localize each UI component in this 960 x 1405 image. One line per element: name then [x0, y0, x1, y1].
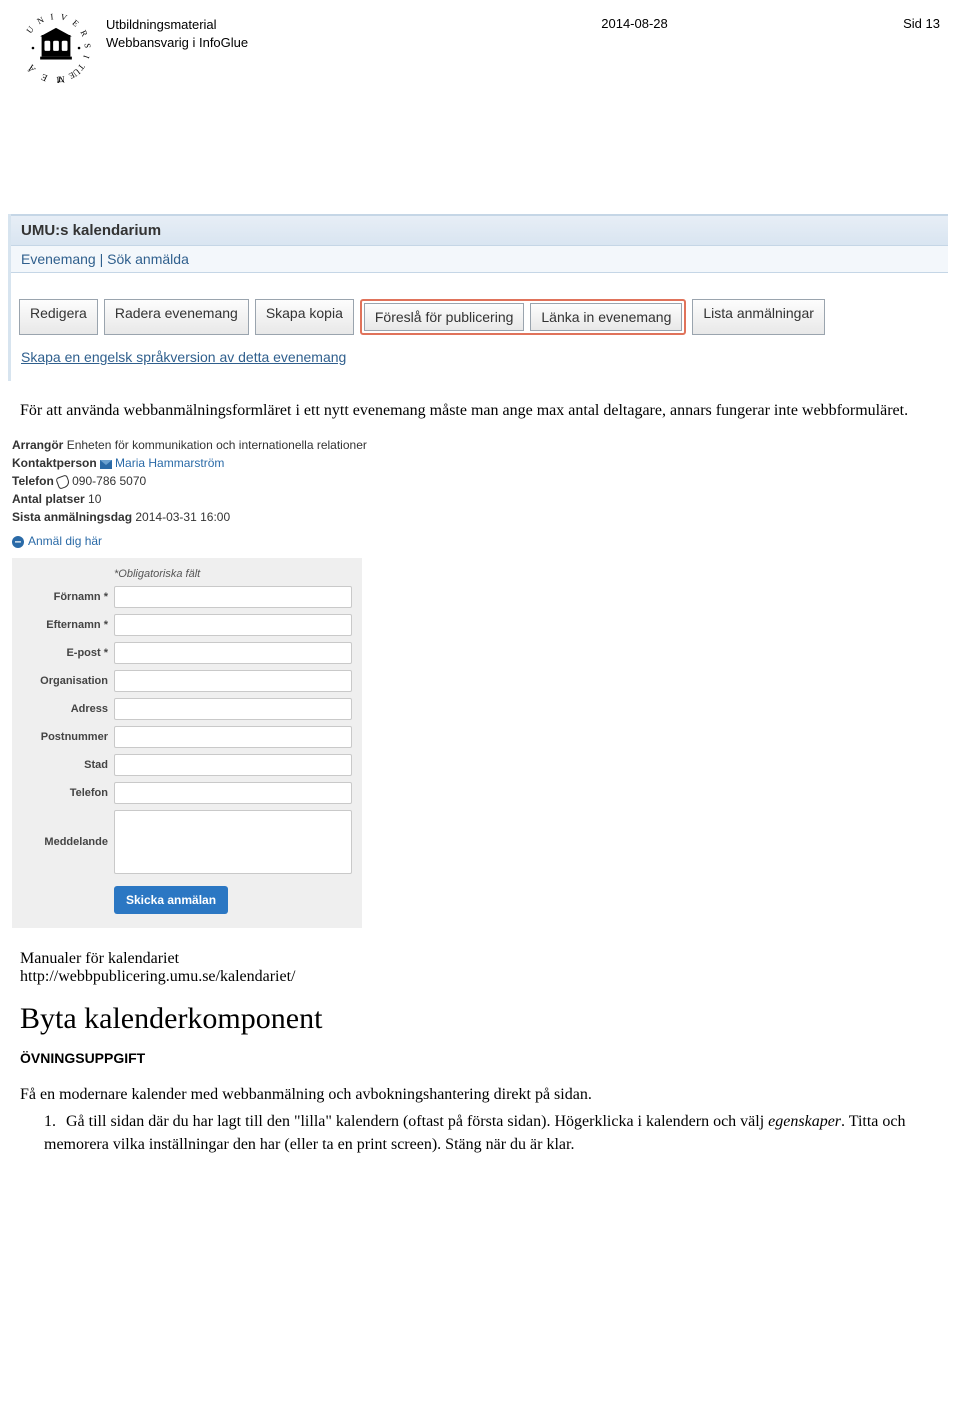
organisation-label: Organisation — [22, 675, 114, 687]
header-title-block: Utbildningsmaterial Webbansvarig i InfoG… — [106, 12, 449, 52]
seats-label: Antal platser — [12, 492, 85, 506]
seats-row: Antal platser 10 — [12, 490, 442, 508]
link-event-button[interactable]: Länka in evenemang — [530, 303, 682, 331]
contact-label: Kontaktperson — [12, 456, 97, 470]
organizer-label: Arrangör — [12, 438, 63, 452]
section-heading: Byta kalenderkomponent — [0, 986, 960, 1040]
header-date: 2014-08-28 — [463, 12, 806, 31]
kalendarium-subnav[interactable]: Evenemang | Sök anmälda — [11, 246, 948, 273]
header-title-1: Utbildningsmaterial — [106, 16, 449, 34]
create-english-version-link[interactable]: Skapa en engelsk språkversion av detta e… — [11, 345, 948, 381]
message-textarea[interactable] — [114, 810, 352, 874]
message-label: Meddelande — [22, 836, 114, 848]
organisation-input[interactable] — [114, 670, 352, 692]
phone-field-label: Telefon — [22, 787, 114, 799]
lastname-label: Efternamn * — [22, 619, 114, 631]
address-label: Adress — [22, 703, 114, 715]
delete-event-button[interactable]: Radera evenemang — [104, 299, 249, 335]
exercise-intro: Få en modernare kalender med webbanmälni… — [0, 1074, 960, 1104]
signup-form-panel: *Obligatoriska fält Förnamn * Efternamn … — [12, 558, 362, 928]
manuals-line1: Manualer för kalendariet — [0, 938, 960, 968]
city-input[interactable] — [114, 754, 352, 776]
step-number: 1. — [44, 1110, 66, 1133]
step1-emphasis: egenskaper — [768, 1113, 841, 1130]
minus-icon: – — [12, 536, 24, 548]
phone-label: Telefon — [12, 474, 54, 488]
signup-form-screenshot: Arrangör Enheten för kommunikation och i… — [0, 428, 442, 938]
paragraph-1: För att använda webbanmälningsformläret … — [0, 381, 960, 428]
phone-value: 090-786 5070 — [72, 474, 146, 488]
firstname-label: Förnamn * — [22, 591, 114, 603]
organizer-row: Arrangör Enheten för kommunikation och i… — [12, 436, 442, 454]
copy-button[interactable]: Skapa kopia — [255, 299, 354, 335]
step-list: 1.Gå till sidan där du har lagt till den… — [0, 1104, 960, 1176]
deadline-row: Sista anmälningsdag 2014-03-31 16:00 — [12, 508, 442, 526]
seats-value: 10 — [88, 492, 101, 506]
postcode-input[interactable] — [114, 726, 352, 748]
organizer-value: Enheten för kommunikation och internatio… — [67, 438, 367, 452]
umea-logo: U M E Å U N I V E R S I T E T — [20, 12, 92, 84]
propose-publish-button[interactable]: Föreslå för publicering — [364, 303, 525, 331]
kalendarium-toolbar: Redigera Radera evenemang Skapa kopia Fö… — [11, 273, 948, 345]
address-input[interactable] — [114, 698, 352, 720]
contact-row: Kontaktperson Maria Hammarström — [12, 454, 442, 472]
city-label: Stad — [22, 759, 114, 771]
postcode-label: Postnummer — [22, 731, 114, 743]
kalendarium-title: UMU:s kalendarium — [11, 214, 948, 246]
highlighted-buttons: Föreslå för publicering Länka in evenema… — [360, 299, 687, 335]
header-page-number: Sid 13 — [820, 12, 940, 31]
lastname-input[interactable] — [114, 614, 352, 636]
submit-button[interactable]: Skicka anmälan — [114, 886, 228, 914]
phone-icon — [55, 474, 70, 489]
page-header: U M E Å U N I V E R S I T E T Utbildning… — [0, 0, 960, 84]
envelope-icon — [100, 460, 112, 469]
header-title-2: Webbansvarig i InfoGlue — [106, 34, 449, 52]
phone-input[interactable] — [114, 782, 352, 804]
exercise-label: ÖVNINGSUPPGIFT — [0, 1040, 960, 1074]
firstname-input[interactable] — [114, 586, 352, 608]
deadline-label: Sista anmälningsdag — [12, 510, 132, 524]
step1-text-a: Gå till sidan där du har lagt till den "… — [66, 1113, 768, 1130]
signup-here-link[interactable]: –Anmäl dig här — [12, 526, 442, 548]
mandatory-hint: *Obligatoriska fält — [22, 568, 352, 586]
manuals-url: http://webbpublicering.umu.se/kalendarie… — [0, 968, 960, 986]
contact-link[interactable]: Maria Hammarström — [115, 456, 224, 470]
email-input[interactable] — [114, 642, 352, 664]
list-registrations-button[interactable]: Lista anmälningar — [692, 299, 825, 335]
deadline-value: 2014-03-31 16:00 — [135, 510, 230, 524]
phone-row: Telefon 090-786 5070 — [12, 472, 442, 490]
edit-button[interactable]: Redigera — [19, 299, 98, 335]
kalendarium-screenshot: UMU:s kalendarium Evenemang | Sök anmäld… — [8, 214, 948, 381]
email-label: E-post * — [22, 647, 114, 659]
